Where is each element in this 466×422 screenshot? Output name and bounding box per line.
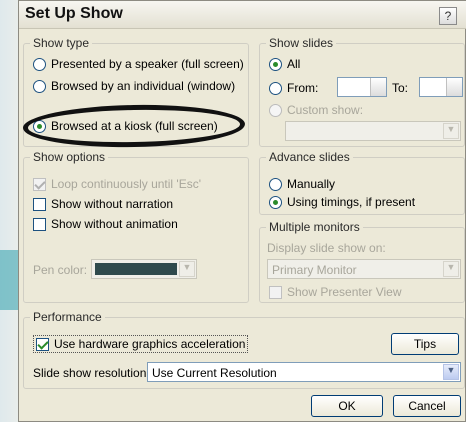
checkbox-label: Show without narration	[51, 197, 174, 211]
background-bar	[0, 250, 18, 310]
checkbox-icon[interactable]	[33, 217, 46, 231]
advance-slides-legend: Advance slides	[266, 150, 353, 164]
checkbox-presenter-view[interactable]: Show Presenter View	[269, 285, 402, 299]
to-label: To:	[392, 81, 409, 95]
resolution-label: Slide show resolution:	[33, 366, 150, 380]
pen-color-label: Pen color:	[33, 263, 88, 277]
radio-icon[interactable]	[269, 81, 282, 95]
checkbox-without-narration[interactable]: Show without narration	[33, 197, 173, 211]
checkbox-label: Show without animation	[51, 217, 178, 231]
chevron-down-icon[interactable]: ▼	[179, 261, 195, 277]
radio-icon[interactable]	[33, 57, 46, 71]
resolution-value: Use Current Resolution	[152, 366, 277, 380]
radio-manually[interactable]: Manually	[269, 177, 335, 191]
from-spinner[interactable]	[370, 78, 386, 96]
checkbox-hardware-acceleration[interactable]: Use hardware graphics acceleration	[33, 335, 249, 353]
radio-from-slide[interactable]: From:	[269, 81, 318, 95]
chevron-down-icon[interactable]: ▼	[443, 364, 459, 380]
checkbox-loop[interactable]: Loop continuously until 'Esc'	[33, 177, 201, 191]
show-options-legend: Show options	[30, 150, 109, 164]
chevron-down-icon[interactable]: ▼	[443, 261, 459, 277]
radio-selected-icon[interactable]	[269, 57, 282, 71]
radio-selected-icon[interactable]	[269, 195, 282, 209]
radio-icon[interactable]	[269, 177, 282, 191]
radio-using-timings[interactable]: Using timings, if present	[269, 195, 415, 209]
radio-label: Presented by a speaker (full screen)	[51, 57, 244, 71]
radio-browsed-by-individual[interactable]: Browsed by an individual (window)	[33, 79, 235, 93]
radio-all-slides[interactable]: All	[269, 57, 300, 71]
checkbox-label: Loop continuously until 'Esc'	[51, 177, 202, 191]
checkbox-label: Show Presenter View	[287, 285, 402, 299]
radio-presented-by-speaker[interactable]: Presented by a speaker (full screen)	[33, 57, 244, 71]
radio-label: Manually	[287, 177, 336, 191]
checkbox-icon[interactable]	[33, 197, 46, 211]
radio-label: Using timings, if present	[287, 195, 416, 209]
chevron-down-icon[interactable]: ▼	[443, 123, 459, 139]
custom-show-select[interactable]: ▼	[285, 121, 461, 141]
dialog-title: Set Up Show	[25, 5, 123, 22]
title-bar: Set Up Show ?	[19, 1, 466, 29]
display-monitor-select[interactable]: Primary Monitor ▼	[267, 259, 461, 279]
pen-color-select[interactable]: ▼	[91, 259, 197, 279]
show-slides-legend: Show slides	[266, 36, 337, 50]
checkbox-icon[interactable]	[269, 285, 282, 299]
pen-color-swatch	[95, 263, 177, 275]
radio-label: All	[287, 57, 301, 71]
radio-icon[interactable]	[33, 79, 46, 93]
set-up-show-dialog: Set Up Show ? Show type Presented by a s…	[18, 0, 466, 422]
display-monitor-value: Primary Monitor	[272, 263, 357, 277]
radio-custom-show[interactable]: Custom show:	[269, 103, 363, 117]
radio-icon[interactable]	[269, 103, 282, 117]
radio-label: Custom show:	[287, 103, 364, 117]
performance-legend: Performance	[30, 310, 105, 324]
checkbox-label: Use hardware graphics acceleration	[54, 337, 246, 351]
show-type-legend: Show type	[30, 36, 93, 50]
cancel-button[interactable]: Cancel	[393, 395, 461, 417]
to-spinner[interactable]	[446, 78, 462, 96]
help-button[interactable]: ?	[439, 7, 457, 25]
checkbox-without-animation[interactable]: Show without animation	[33, 217, 178, 231]
radio-label: Browsed by an individual (window)	[51, 79, 236, 93]
multiple-monitors-legend: Multiple monitors	[266, 220, 363, 234]
checkbox-icon[interactable]	[33, 177, 46, 191]
resolution-select[interactable]: Use Current Resolution ▼	[147, 362, 461, 382]
ok-button[interactable]: OK	[311, 395, 383, 417]
radio-label: From:	[287, 81, 319, 95]
checkbox-icon[interactable]	[36, 337, 49, 351]
display-on-label: Display slide show on:	[267, 241, 386, 255]
tips-button[interactable]: Tips	[391, 333, 459, 355]
